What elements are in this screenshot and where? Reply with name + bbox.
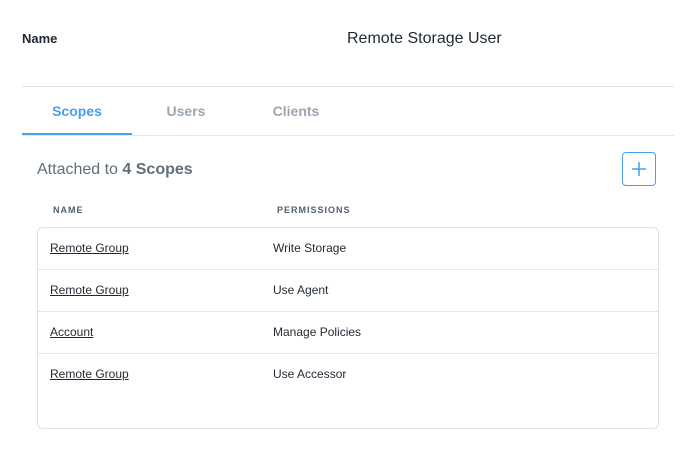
scope-permission: Use Agent <box>273 283 329 297</box>
tabs-divider <box>22 135 674 136</box>
column-header-permissions: PERMISSIONS <box>277 205 351 215</box>
plus-icon <box>632 162 646 176</box>
column-header-name: NAME <box>53 205 84 215</box>
attached-count: 4 Scopes <box>122 161 193 178</box>
scope-name-link[interactable]: Remote Group <box>50 367 129 381</box>
scope-name-link[interactable]: Remote Group <box>50 283 129 297</box>
attached-prefix: Attached to <box>37 161 118 178</box>
add-scope-button[interactable] <box>622 152 656 186</box>
tab-bar: Scopes Users Clients <box>22 87 674 136</box>
attached-summary: Attached to 4 Scopes <box>37 161 193 179</box>
name-label: Name <box>22 31 58 46</box>
name-value: Remote Storage User <box>347 30 502 47</box>
scope-name-link[interactable]: Account <box>50 325 93 339</box>
scope-permission: Manage Policies <box>273 325 362 339</box>
tab-scopes[interactable]: Scopes <box>22 87 132 136</box>
table-row: Remote Group Write Storage <box>38 228 658 270</box>
scope-permission: Use Accessor <box>273 367 347 381</box>
scope-name-link[interactable]: Remote Group <box>50 241 129 255</box>
scope-permission: Write Storage <box>273 241 347 255</box>
name-row: Name Remote Storage User <box>0 0 693 86</box>
tab-users[interactable]: Users <box>132 87 240 133</box>
table-row: Remote Group Use Agent <box>38 270 658 312</box>
scopes-table: Remote Group Write Storage Remote Group … <box>37 227 659 429</box>
table-row: Remote Group Use Accessor <box>38 354 658 396</box>
table-row: Account Manage Policies <box>38 312 658 354</box>
tab-clients[interactable]: Clients <box>240 87 352 133</box>
